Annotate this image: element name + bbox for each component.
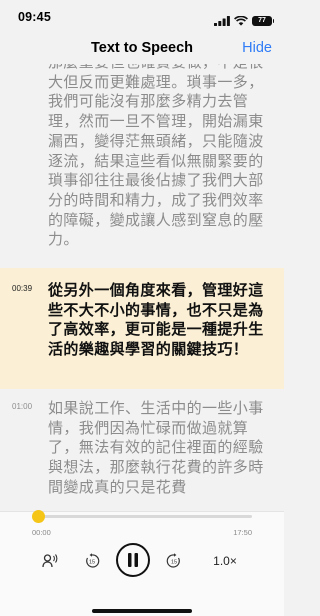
hide-button[interactable]: Hide xyxy=(242,40,272,56)
forward-15-icon: 15 xyxy=(166,553,180,568)
playback-speed-button[interactable]: 1.0× xyxy=(207,550,243,572)
transcript-segment[interactable]: 01:00 如果說工作、生活中的一些小事情，我們因為忙碌而做過就算了，無法有效的… xyxy=(0,389,284,511)
segment-text: 如果說工作、生活中的一些小事情，我們因為忙碌而做過就算了，無法有效的記住裡面的經… xyxy=(48,399,264,496)
skip-forward-button[interactable]: 15 xyxy=(163,550,185,572)
status-icons: 77 xyxy=(214,11,274,30)
transcript-segment[interactable]: 那麼重要但也確實要做，不是很大但反而更難處理。瑣事一多，我們可能沒有那麼多精力去… xyxy=(0,64,284,271)
rewind-15-icon: 15 xyxy=(86,553,100,568)
voice-button[interactable] xyxy=(39,550,61,572)
svg-text:15: 15 xyxy=(171,560,177,566)
status-time: 09:45 xyxy=(18,10,51,24)
segment-text: 那麼重要但也確實要做，不是很大但反而更難處理。瑣事一多，我們可能沒有那麼多精力去… xyxy=(48,64,264,249)
total-time: 17:50 xyxy=(233,528,252,537)
speaking-head-icon xyxy=(42,554,58,568)
wifi-icon xyxy=(234,11,248,30)
progress-slider[interactable] xyxy=(32,510,252,523)
segment-timestamp: 00:39 xyxy=(12,284,33,293)
segment-timestamp: 01:00 xyxy=(12,402,33,411)
pause-icon xyxy=(128,553,138,567)
nav-bar: Text to Speech Hide xyxy=(0,34,284,64)
cellular-signal-icon xyxy=(214,11,230,30)
current-time: 00:00 xyxy=(32,528,51,537)
pause-button[interactable] xyxy=(116,543,150,577)
segment-text: 從另外一個角度來看，管理好這些不大不小的事情，也不只是為了高效率，更可能是一種提… xyxy=(48,281,264,359)
transcript-list[interactable]: 那麼重要但也確實要做，不是很大但反而更難處理。瑣事一多，我們可能沒有那麼多精力去… xyxy=(0,64,284,511)
transcript-segment-active[interactable]: 00:39 從另外一個角度來看，管理好這些不大不小的事情，也不只是為了高效率，更… xyxy=(0,268,284,389)
skip-back-button[interactable]: 15 xyxy=(81,550,103,572)
progress-knob[interactable] xyxy=(32,510,45,523)
audio-player: 00:00 17:50 15 15 1.0× xyxy=(0,510,284,616)
home-indicator xyxy=(92,609,192,613)
battery-icon: 77 xyxy=(252,15,274,26)
svg-text:15: 15 xyxy=(89,560,95,566)
status-bar: 09:45 77 xyxy=(0,0,284,34)
